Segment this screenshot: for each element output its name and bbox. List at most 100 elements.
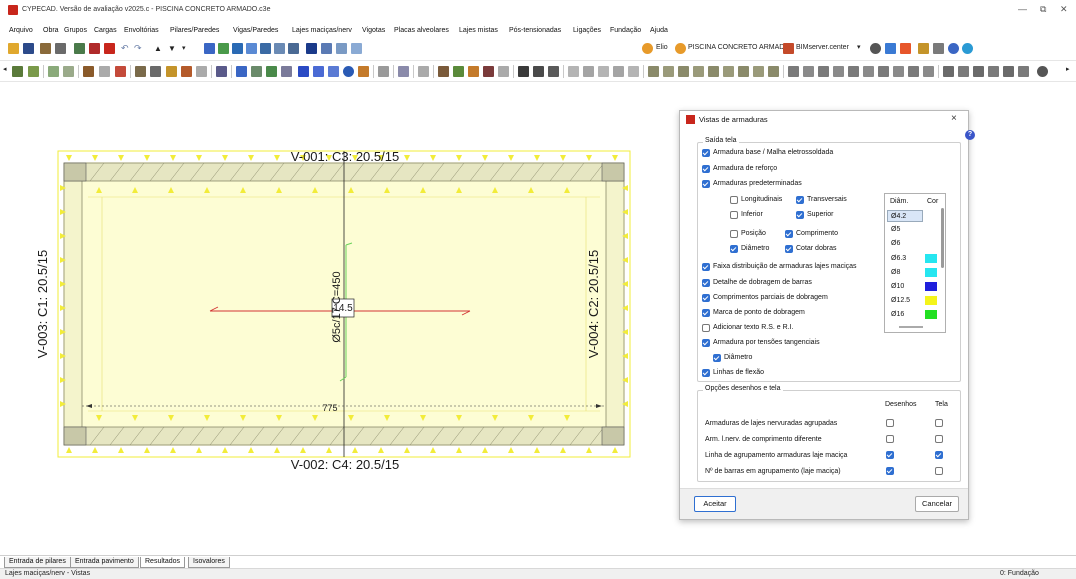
tool-icon[interactable] <box>583 66 594 77</box>
transversal-checkbox[interactable] <box>796 196 804 204</box>
tab-resultados[interactable]: Resultados <box>140 557 186 568</box>
tool-icon[interactable] <box>468 66 479 77</box>
tool-icon[interactable] <box>48 66 59 77</box>
tool-icon[interactable] <box>598 66 609 77</box>
partial-lengths-checkbox[interactable] <box>702 294 710 302</box>
shear-rebar-checkbox[interactable] <box>702 339 710 347</box>
tool-icon[interactable] <box>923 66 934 77</box>
tool-icon[interactable] <box>181 66 192 77</box>
dialog-help-icon[interactable]: ? <box>965 130 975 140</box>
menu-vigas-paredes[interactable]: Vigas/Paredes <box>233 27 278 34</box>
tool-icon[interactable] <box>115 66 126 77</box>
help-icon[interactable] <box>948 43 959 54</box>
menu-ajuda[interactable]: Ajuda <box>650 27 668 34</box>
view-icon[interactable] <box>218 43 229 54</box>
view-icon[interactable] <box>204 43 215 54</box>
diam-row[interactable]: Ø16 <box>891 311 904 318</box>
chevron-down-icon[interactable]: ▾ <box>857 43 861 51</box>
diam-row[interactable]: Ø6 <box>891 240 900 247</box>
tool-icon[interactable] <box>83 66 94 77</box>
open-icon[interactable] <box>8 43 19 54</box>
tool-icon[interactable] <box>498 66 509 77</box>
tool-icon[interactable] <box>63 66 74 77</box>
menu-lajes-mistas[interactable]: Lajes mistas <box>459 27 498 34</box>
option-tela-checkbox[interactable] <box>935 435 943 443</box>
tool-icon[interactable] <box>708 66 719 77</box>
superior-checkbox[interactable] <box>796 211 804 219</box>
table-scrollbar[interactable] <box>941 208 944 268</box>
tool-icon[interactable] <box>933 43 944 54</box>
option-tela-checkbox[interactable] <box>935 419 943 427</box>
tab-entrada-pavimento[interactable]: Entrada pavimento <box>70 557 139 568</box>
tool-icon[interactable] <box>908 66 919 77</box>
tab-entrada-pilares[interactable]: Entrada de pilares <box>4 557 71 568</box>
option-desenhos-checkbox[interactable] <box>886 435 894 443</box>
option-desenhos-checkbox[interactable] <box>886 451 894 459</box>
tool-icon[interactable] <box>281 66 292 77</box>
color-swatch[interactable] <box>925 254 937 263</box>
layer-icon[interactable] <box>306 43 317 54</box>
tool-icon[interactable] <box>893 66 904 77</box>
color-swatch[interactable] <box>925 268 937 277</box>
tool-icon[interactable] <box>1018 66 1029 77</box>
menu-obra[interactable]: Obra <box>43 27 59 34</box>
menu-placas-alveolares[interactable]: Placas alveolares <box>394 27 449 34</box>
up-arrow-icon[interactable]: ▲ <box>154 44 162 53</box>
settings-icon[interactable] <box>870 43 881 54</box>
tool-icon[interactable] <box>378 66 389 77</box>
zoom-icon[interactable] <box>260 43 271 54</box>
option-desenhos-checkbox[interactable] <box>886 467 894 475</box>
menu-lajes-macicas[interactable]: Lajes maciças/nerv <box>292 27 352 34</box>
tool-icon[interactable] <box>943 66 954 77</box>
tool-icon[interactable] <box>398 66 409 77</box>
menu-fundacao[interactable]: Fundação <box>610 27 641 34</box>
tool-icon[interactable] <box>693 66 704 77</box>
tool-icon[interactable] <box>28 66 39 77</box>
tool-icon[interactable] <box>648 66 659 77</box>
tool-icon[interactable] <box>900 43 911 54</box>
tool-icon[interactable] <box>833 66 844 77</box>
diam-row[interactable]: Ø6.3 <box>891 255 906 262</box>
tool-icon[interactable] <box>358 66 369 77</box>
tool-icon[interactable] <box>166 66 177 77</box>
diam-row[interactable]: Ø8 <box>891 269 900 276</box>
tool-icon[interactable] <box>321 43 332 54</box>
distribution-band-checkbox[interactable] <box>702 263 710 271</box>
close-icon[interactable]: ✕ <box>1060 4 1068 15</box>
tool-icon[interactable] <box>328 66 339 77</box>
beam-label-right[interactable]: V-004: C2: 20.5/15 <box>586 250 601 358</box>
restore-icon[interactable]: ⧉ <box>1040 4 1046 15</box>
tool-icon[interactable] <box>1003 66 1014 77</box>
scroll-left-icon[interactable]: ◂ <box>3 65 7 73</box>
tool-icon[interactable] <box>988 66 999 77</box>
beam-label-top[interactable]: V-001: C3: 20.5/15 <box>291 149 399 164</box>
tool-icon[interactable] <box>453 66 464 77</box>
tool-icon[interactable] <box>313 66 324 77</box>
shear-diameter-checkbox[interactable] <box>713 354 721 362</box>
tool-icon[interactable] <box>973 66 984 77</box>
list-icon[interactable] <box>74 43 85 54</box>
menu-pilares-paredes[interactable]: Pilares/Paredes <box>170 27 219 34</box>
add-text-checkbox[interactable] <box>702 324 710 332</box>
tool-icon[interactable] <box>351 43 362 54</box>
diameter-color-table[interactable]: Diâm. Cor Ø4.2 Ø5 Ø6 Ø6.3 Ø8 Ø10 Ø12.5 Ø… <box>884 193 946 333</box>
project-name[interactable]: PISCINA CONCRETO ARMADO <box>688 44 790 51</box>
tool-icon[interactable] <box>266 66 277 77</box>
tool-icon[interactable] <box>818 66 829 77</box>
color-swatch[interactable] <box>925 310 937 319</box>
tool-icon[interactable] <box>803 66 814 77</box>
tool-icon[interactable] <box>40 43 51 54</box>
tool-icon[interactable] <box>336 43 347 54</box>
minimize-icon[interactable]: — <box>1018 4 1027 14</box>
tool-icon[interactable] <box>568 66 579 77</box>
color-swatch[interactable] <box>925 225 937 234</box>
floor-down-icon[interactable]: ▼ <box>168 44 176 53</box>
accept-button[interactable]: Aceitar <box>694 496 736 512</box>
bends-dimension-checkbox[interactable] <box>785 245 793 253</box>
tool-icon[interactable] <box>878 66 889 77</box>
menu-vigotas[interactable]: Vigotas <box>362 27 385 34</box>
bend-point-mark-checkbox[interactable] <box>702 309 710 317</box>
tool-icon[interactable] <box>788 66 799 77</box>
position-checkbox[interactable] <box>730 230 738 238</box>
tool-icon[interactable] <box>753 66 764 77</box>
